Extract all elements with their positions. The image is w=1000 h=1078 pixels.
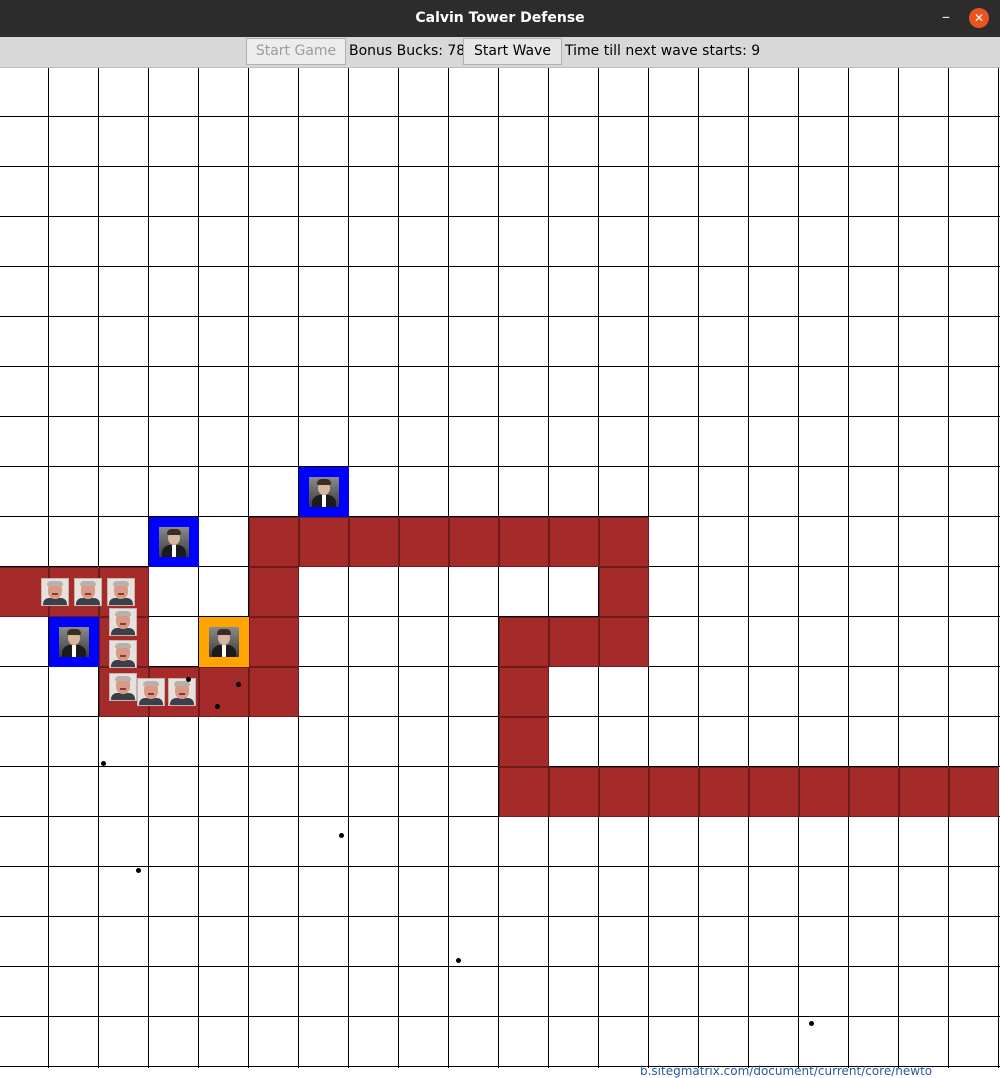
game-board[interactable] [0, 68, 1000, 1068]
path-cell [599, 767, 649, 817]
path-cell [599, 617, 649, 667]
toolbar: Start Game Bonus Bucks: 78 Start Wave Ti… [0, 37, 1000, 68]
path-cell [299, 517, 349, 567]
path-cell [599, 517, 649, 567]
projectile [101, 761, 106, 766]
path-cell [499, 517, 549, 567]
enemy-portrait-icon [107, 578, 135, 606]
professor-portrait-icon [59, 627, 89, 657]
enemy-portrait-icon [74, 578, 102, 606]
path-cell [749, 767, 799, 817]
tower[interactable] [299, 467, 349, 517]
path-cell [499, 617, 549, 667]
background-window-text: b.sitegmatrix.com/document/current/core/… [640, 1064, 933, 1078]
professor-portrait-icon [159, 527, 189, 557]
path-cell [949, 767, 999, 817]
start-wave-button[interactable]: Start Wave [463, 38, 562, 65]
path-cell [199, 667, 249, 717]
path-cell [499, 717, 549, 767]
tower[interactable] [199, 617, 249, 667]
window-title: Calvin Tower Defense [415, 10, 585, 26]
tower[interactable] [49, 617, 99, 667]
path-cell [499, 667, 549, 717]
enemy-portrait-icon [168, 678, 196, 706]
path-cell [399, 517, 449, 567]
minimize-icon[interactable]: – [936, 9, 956, 29]
professor-portrait-icon [209, 627, 239, 657]
path-cell [499, 767, 549, 817]
next-wave-timer-label: Time till next wave starts: 9 [565, 43, 761, 59]
professor-portrait-icon [309, 477, 339, 507]
path-cell [549, 767, 599, 817]
enemy-portrait-icon [137, 678, 165, 706]
enemy-portrait-icon [41, 578, 69, 606]
path-cell [549, 517, 599, 567]
path-cell [699, 767, 749, 817]
path-cell [899, 767, 949, 817]
path-cell [449, 517, 499, 567]
projectile [339, 833, 344, 838]
projectile [456, 958, 461, 963]
path-cell [349, 517, 399, 567]
projectile [186, 677, 191, 682]
bonus-bucks-label: Bonus Bucks: 78 [349, 43, 466, 59]
path-cell [599, 567, 649, 617]
path-cell [549, 617, 599, 667]
path-cell [849, 767, 899, 817]
tower[interactable] [149, 517, 199, 567]
enemy-portrait-icon [109, 640, 137, 668]
projectile [236, 682, 241, 687]
path-cell [249, 567, 299, 617]
title-bar: Calvin Tower Defense – ✕ [0, 0, 1000, 37]
enemy-portrait-icon [109, 608, 137, 636]
projectile [809, 1021, 814, 1026]
start-game-button[interactable]: Start Game [246, 38, 346, 65]
path-cell [649, 767, 699, 817]
projectile [215, 704, 220, 709]
enemy-portrait-icon [109, 673, 137, 701]
path-cell [249, 617, 299, 667]
path-cell [799, 767, 849, 817]
projectile [136, 868, 141, 873]
path-cell [249, 517, 299, 567]
path-cell [249, 667, 299, 717]
close-icon[interactable]: ✕ [969, 8, 989, 28]
